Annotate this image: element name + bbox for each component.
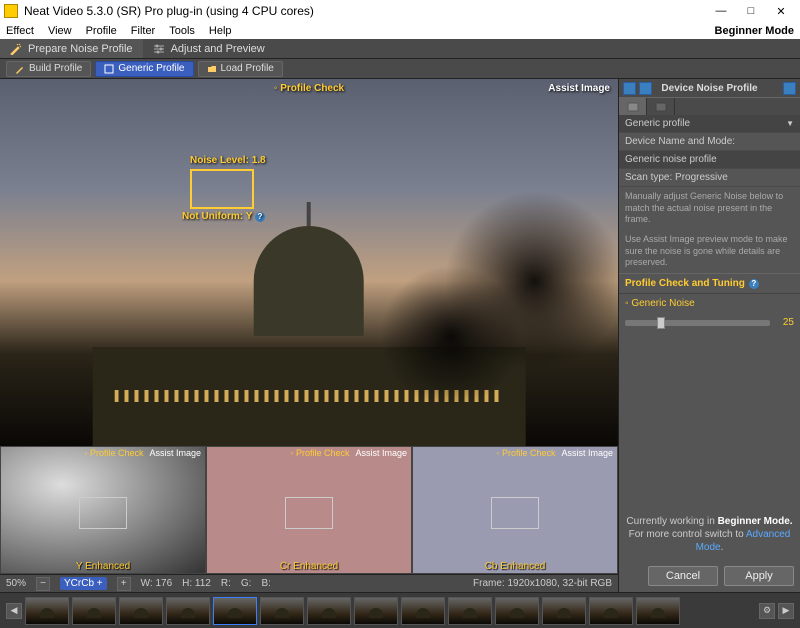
assist-image-label[interactable]: Assist Image — [548, 83, 610, 94]
filmstrip-settings-button[interactable]: ⚙ — [759, 603, 775, 619]
y-channel-preview[interactable]: ◦ Profile CheckAssist Image Y Enhanced — [0, 446, 206, 574]
menu-bar: Effect View Profile Filter Tools Help Be… — [0, 22, 800, 39]
sel-height: H: 112 — [182, 578, 211, 589]
profile-check-label: ◦ Profile Check — [274, 83, 344, 94]
menu-effect[interactable]: Effect — [6, 25, 34, 37]
frame-thumb[interactable] — [636, 597, 680, 625]
cr-channel-preview[interactable]: ◦ Profile CheckAssist Image Cr Enhanced — [206, 446, 412, 574]
pixel-r: R: — [221, 578, 231, 589]
frame-thumb[interactable] — [307, 597, 351, 625]
panel-title: Device Noise Profile — [619, 79, 800, 97]
sel-width: W: 176 — [141, 578, 173, 589]
apply-button[interactable]: Apply — [724, 566, 794, 586]
tab-label: Adjust and Preview — [171, 43, 265, 55]
minimize-button[interactable]: — — [706, 0, 736, 22]
generic-profile-button[interactable]: Generic Profile — [95, 61, 193, 77]
save-profile-icon[interactable] — [623, 82, 636, 95]
frame-thumb[interactable] — [354, 597, 398, 625]
frame-thumb[interactable] — [448, 597, 492, 625]
frame-thumb[interactable] — [495, 597, 539, 625]
image-content-trees — [340, 171, 618, 446]
not-uniform-label: Not Uniform: Y ? — [182, 211, 265, 222]
hint-text-1: Manually adjust Generic Noise below to m… — [619, 187, 800, 230]
wand-icon — [15, 64, 25, 74]
menu-filter[interactable]: Filter — [131, 25, 155, 37]
profile-tab-1[interactable] — [619, 98, 647, 115]
panel-help-icon[interactable] — [783, 82, 796, 95]
pixel-b: B: — [261, 578, 270, 589]
profile-icon — [104, 64, 114, 74]
noise-level-label: Noise Level: 1.8 — [190, 155, 266, 166]
help-icon[interactable]: ? — [255, 212, 265, 222]
menu-profile[interactable]: Profile — [86, 25, 117, 37]
frame-thumb[interactable] — [401, 597, 445, 625]
cb-channel-preview[interactable]: ◦ Profile CheckAssist Image Cb Enhanced — [412, 446, 618, 574]
generic-noise-slider[interactable] — [625, 320, 770, 326]
color-space[interactable]: YCrCb + — [60, 577, 107, 590]
save-profile-as-icon[interactable] — [639, 82, 652, 95]
load-profile-button[interactable]: Load Profile — [198, 61, 283, 77]
frame-thumb[interactable] — [542, 597, 586, 625]
main-preview[interactable]: ◦ Profile Check Assist Image Noise Level… — [0, 79, 618, 446]
channel-previews: ◦ Profile CheckAssist Image Y Enhanced ◦… — [0, 446, 618, 574]
section-profile-check-tuning: Profile Check and Tuning ? — [619, 273, 800, 294]
tab-prepare-noise-profile[interactable]: Prepare Noise Profile — [0, 39, 143, 58]
folder-icon — [207, 64, 217, 74]
status-bar: 50% − YCrCb + + W: 176 H: 112 R: G: B: F… — [0, 574, 618, 592]
build-profile-button[interactable]: Build Profile — [6, 61, 91, 77]
zoom-level[interactable]: 50% — [6, 578, 26, 589]
device-name-value: Generic noise profile — [619, 151, 800, 169]
tab-adjust-preview[interactable]: Adjust and Preview — [143, 39, 275, 58]
app-icon — [4, 4, 18, 18]
selection-box — [491, 497, 539, 529]
menu-help[interactable]: Help — [209, 25, 232, 37]
sliders-icon — [153, 43, 165, 55]
selection-box[interactable] — [190, 169, 254, 209]
selection-box — [79, 497, 127, 529]
pixel-g: G: — [241, 578, 252, 589]
mode-hint: Currently working in Beginner Mode. For … — [619, 509, 800, 560]
mode-indicator[interactable]: Beginner Mode — [715, 25, 794, 37]
profile-tab-2[interactable] — [647, 98, 675, 115]
cancel-button[interactable]: Cancel — [648, 566, 718, 586]
profile-tabstrip — [619, 97, 800, 115]
frame-thumb[interactable] — [589, 597, 633, 625]
zoom-out-button[interactable]: − — [36, 577, 50, 591]
device-noise-profile-panel: Device Noise Profile Generic profile ▼ D… — [618, 79, 800, 592]
main-tabs: Prepare Noise Profile Adjust and Preview — [0, 39, 800, 59]
profile-dropdown[interactable]: Generic profile ▼ — [619, 115, 800, 133]
frame-thumb[interactable] — [72, 597, 116, 625]
frame-thumb[interactable] — [166, 597, 210, 625]
maximize-button[interactable]: □ — [736, 0, 766, 22]
filmstrip-prev-button[interactable]: ◀ — [6, 603, 22, 619]
device-name-label: Device Name and Mode: — [619, 133, 800, 151]
window-title: Neat Video 5.3.0 (SR) Pro plug-in (using… — [24, 4, 706, 18]
slider-label: ◦ Generic Noise — [625, 298, 695, 309]
slider-value: 25 — [776, 317, 794, 328]
frame-thumb[interactable] — [260, 597, 304, 625]
window-titlebar: Neat Video 5.3.0 (SR) Pro plug-in (using… — [0, 0, 800, 22]
help-icon[interactable]: ? — [749, 279, 759, 289]
filmstrip-next-button[interactable]: ▶ — [778, 603, 794, 619]
frame-thumb-selected[interactable] — [213, 597, 257, 625]
frame-filmstrip: ◀ ⚙ ▶ — [0, 592, 800, 628]
wand-icon — [10, 43, 22, 55]
zoom-in-button[interactable]: + — [117, 577, 131, 591]
hint-text-2: Use Assist Image preview mode to make su… — [619, 230, 800, 273]
frame-thumb[interactable] — [119, 597, 163, 625]
slider-thumb[interactable] — [657, 317, 665, 329]
frame-info: Frame: 1920x1080, 32-bit RGB — [473, 578, 612, 589]
chevron-down-icon: ▼ — [786, 119, 794, 128]
profile-toolbar: Build Profile Generic Profile Load Profi… — [0, 59, 800, 79]
scan-type: Scan type: Progressive — [619, 169, 800, 187]
menu-tools[interactable]: Tools — [169, 25, 195, 37]
frame-thumb[interactable] — [25, 597, 69, 625]
menu-view[interactable]: View — [48, 25, 72, 37]
tab-label: Prepare Noise Profile — [28, 43, 133, 55]
selection-box — [285, 497, 333, 529]
generic-noise-slider-row: ◦ Generic Noise — [619, 294, 800, 313]
close-button[interactable]: ✕ — [766, 0, 796, 22]
